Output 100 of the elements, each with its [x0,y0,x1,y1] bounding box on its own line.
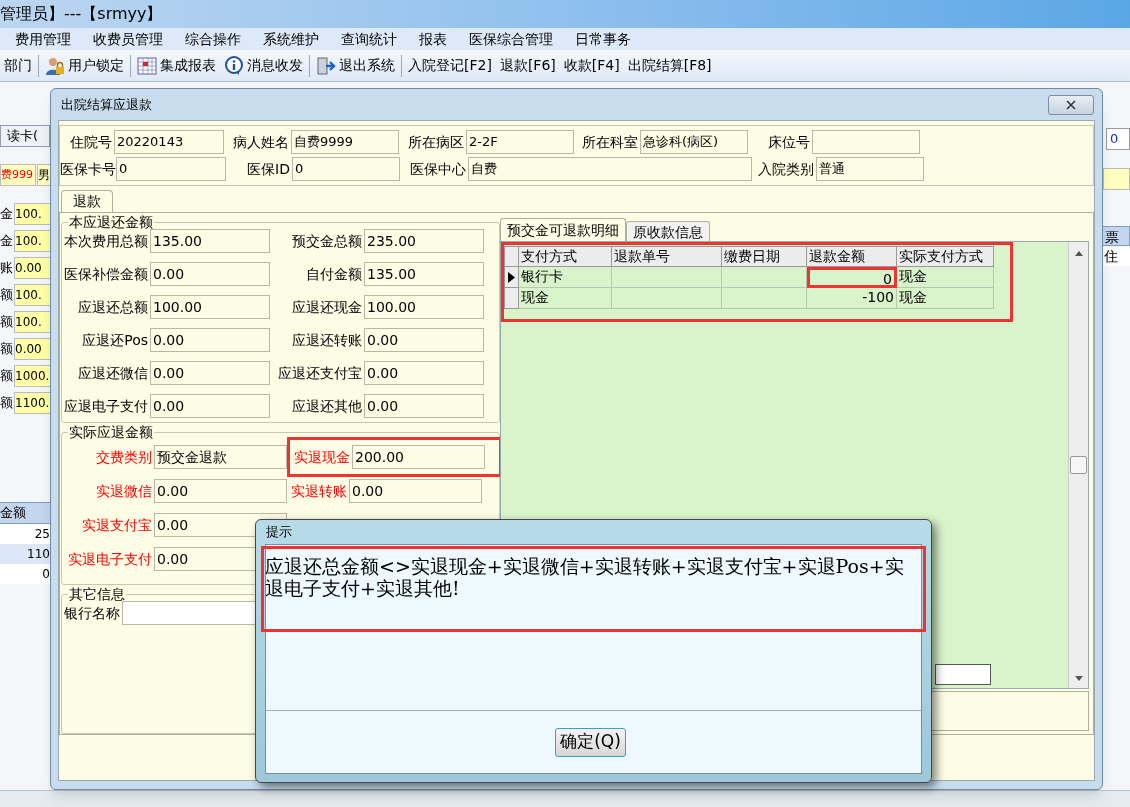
menu-item[interactable]: 日常事务 [574,28,632,50]
scrollbar[interactable] [1068,242,1088,688]
tab[interactable]: 原收款信息 [626,221,710,241]
toolbar-button[interactable]: 集成报表 [133,52,220,79]
input-field[interactable] [812,130,920,154]
table-cell: 0 [0,564,52,584]
input-field[interactable]: 0.00 [150,361,270,385]
input-field[interactable]: 0.00 [364,361,484,385]
scroll-thumb[interactable] [1070,456,1087,474]
group-title: 实际应退金额 [68,425,154,439]
field-label: 应退电子支付 [63,396,149,416]
input-field[interactable]: 135.00 [364,262,484,286]
field-label: 账 [0,259,14,278]
amount-field[interactable]: 0.00 [14,338,51,360]
column-header[interactable]: 实际支付方式 [897,246,994,267]
input-field[interactable]: 自费 [468,157,752,181]
input-field[interactable]: 2-2F [466,130,574,154]
menu-item[interactable]: 系统维护 [262,28,320,50]
amount-field[interactable]: 0.00 [14,257,51,279]
amount-field[interactable]: 100. [14,230,51,252]
amount-field[interactable]: 1000. [14,365,51,387]
input-field[interactable] [935,664,991,685]
input-field[interactable]: 100.00 [364,295,484,319]
row-indicator[interactable] [504,267,519,288]
close-button[interactable] [1048,94,1094,115]
input-field[interactable]: 100.00 [150,295,270,319]
field-label: 额 [0,394,14,413]
field-label: 额 [0,313,14,332]
menu-item[interactable]: 报表 [418,28,448,50]
menu-item[interactable]: 综合操作 [184,28,242,50]
field-label: 预交金总额 [291,231,363,251]
sex-field[interactable]: 男 [37,164,51,186]
input-field[interactable]: 0.00 [364,328,484,352]
input-field[interactable]: 0.00 [150,328,270,352]
read-card-button[interactable]: 读卡( [0,125,50,147]
amount-field[interactable]: 1100. [14,392,51,414]
menu-item[interactable]: 查询统计 [340,28,398,50]
field-label: 实退微信 [95,481,153,501]
toolbar-button[interactable]: 退款[F6] [495,52,560,79]
scroll-up-icon[interactable] [1075,251,1083,256]
input-field[interactable]: 200.00 [352,445,485,469]
table-cell: 现金 [897,288,994,309]
column-header[interactable]: 支付方式 [519,246,612,267]
input-field[interactable] [1103,168,1130,190]
field-label: 医保ID [246,159,291,179]
field-label: 额 [0,340,14,359]
table-cell: 0 [807,267,897,288]
toolbar-button[interactable]: 出院结算[F8] [623,52,716,79]
grid-report-icon [137,55,157,76]
toolbar-button[interactable]: 用户锁定 [41,52,128,79]
field-label: 医保补偿金额 [63,264,149,284]
input-field[interactable]: 0.00 [150,262,270,286]
table-cell: 银行卡 [519,267,612,288]
column-header[interactable]: 缴费日期 [722,246,807,267]
table-cell: 110 [0,544,52,564]
toolbar-button[interactable]: 部门 [0,52,36,79]
input-field[interactable]: 0.00 [154,479,287,503]
name-field[interactable]: 费999 [0,164,36,186]
menu-item[interactable]: 医保综合管理 [468,28,554,50]
input-field[interactable]: 135.00 [150,229,270,253]
field-label: 银行名称 [63,603,121,623]
toolbar-button[interactable]: 收款[F4] [559,52,624,79]
input-field[interactable]: 预交金退款 [154,445,287,469]
input-field[interactable]: 0.00 [364,394,484,418]
tab[interactable]: 退款 [61,190,113,212]
tab[interactable]: 预交金可退款明细 [500,218,626,241]
input-field[interactable]: 自费9999 [291,130,399,154]
table-cell: -100 [807,288,897,309]
input-field[interactable]: 0 [1106,128,1130,150]
toolbar-button[interactable]: 退出系统 [312,52,399,79]
input-field[interactable]: 急诊科(病区) [640,130,748,154]
input-field[interactable]: 0 [116,157,226,181]
toolbar-button[interactable]: 入院登记[F2] [404,52,496,79]
ok-button[interactable]: 确定(Q) [555,727,626,757]
column-header[interactable]: 退款单号 [612,246,722,267]
input-field[interactable]: 普通 [816,157,924,181]
window-title: 管理员】---【srmyy】 [0,3,163,25]
amount-field[interactable]: 100. [14,311,51,333]
scroll-down-icon[interactable] [1075,676,1083,681]
amount-field[interactable]: 100. [14,284,51,306]
field-label: 应退还总额 [77,297,149,317]
table-cell: 现金 [897,267,994,288]
input-field[interactable]: 20220143 [114,130,224,154]
menu-item[interactable]: 收费员管理 [92,28,164,50]
exit-door-icon [316,55,336,76]
column-header[interactable]: 退款金额 [807,246,897,267]
group-title: 其它信息 [68,587,126,601]
input-field[interactable]: 0.00 [349,479,482,503]
field-label: 入院类别 [757,159,815,179]
field-label: 所在病区 [407,132,465,152]
amount-field[interactable]: 100. [14,203,51,225]
input-field[interactable]: 0 [292,157,400,181]
toolbar-button[interactable]: 消息收发 [220,52,307,79]
menu-item[interactable]: 费用管理 [14,28,72,50]
input-field[interactable]: 235.00 [364,229,484,253]
field-label: 金 [0,205,14,224]
column-header: 金额 [0,502,52,524]
input-field[interactable]: 0.00 [150,394,270,418]
field-label: 应退还现金 [291,297,363,317]
field-label: 应退还支付宝 [277,363,363,383]
